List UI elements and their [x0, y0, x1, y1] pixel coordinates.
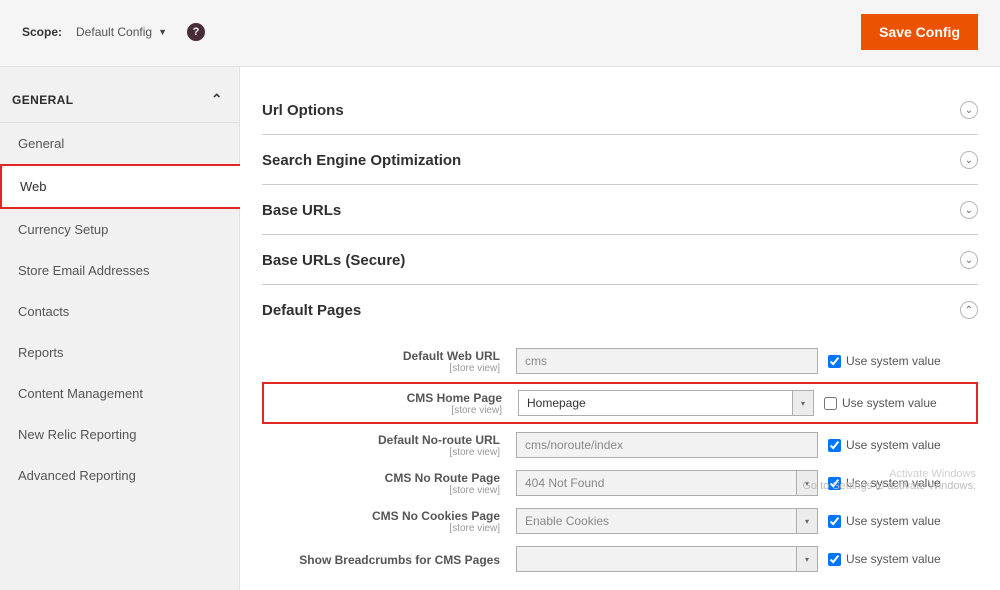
section-title: Base URLs (Secure)	[262, 252, 405, 269]
default-pages-form: Default Web URL [store view] Use system …	[262, 334, 978, 572]
use-system-default-web-url[interactable]: Use system value	[828, 354, 978, 368]
field-scope: [store view]	[264, 405, 502, 416]
sidebar-item-advanced-reporting[interactable]: Advanced Reporting	[0, 455, 239, 496]
use-system-label: Use system value	[846, 354, 941, 368]
select-arrow-icon: ▾	[796, 546, 818, 572]
use-system-checkbox[interactable]	[828, 553, 841, 566]
use-system-checkbox[interactable]	[824, 397, 837, 410]
field-label: Show Breadcrumbs for CMS Pages	[299, 553, 500, 567]
section-title: Default Pages	[262, 302, 361, 319]
save-config-button[interactable]: Save Config	[861, 14, 978, 50]
use-system-checkbox[interactable]	[828, 355, 841, 368]
sidebar-item-general[interactable]: General	[0, 123, 239, 164]
expand-down-icon: ⌄	[960, 101, 978, 119]
field-cms-no-route-page: CMS No Route Page [store view] 404 Not F…	[262, 470, 978, 496]
sidebar-item-web[interactable]: Web	[0, 164, 240, 209]
field-default-web-url: Default Web URL [store view] Use system …	[262, 348, 978, 374]
sidebar-group-general[interactable]: GENERAL ⌃	[0, 75, 239, 123]
field-label: Default No-route URL	[378, 433, 500, 447]
topbar: Scope: Default Config ▼ ? Save Config	[0, 0, 1000, 67]
section-default-pages[interactable]: Default Pages ⌃	[262, 285, 978, 334]
content-area: Url Options ⌄ Search Engine Optimization…	[240, 67, 1000, 590]
use-system-checkbox[interactable]	[828, 439, 841, 452]
select-value	[516, 546, 796, 572]
cms-no-route-select[interactable]: 404 Not Found ▾	[516, 470, 818, 496]
select-value: Homepage	[518, 390, 792, 416]
field-label: CMS No Route Page	[385, 471, 500, 485]
field-default-noroute-url: Default No-route URL [store view] Use sy…	[262, 432, 978, 458]
section-url-options[interactable]: Url Options ⌄	[262, 85, 978, 135]
use-system-breadcrumbs[interactable]: Use system value	[828, 552, 978, 566]
scope-selector[interactable]: Default Config ▼	[76, 25, 167, 39]
use-system-label: Use system value	[846, 552, 941, 566]
use-system-cms-home-page[interactable]: Use system value	[824, 396, 974, 410]
use-system-checkbox[interactable]	[828, 477, 841, 490]
use-system-label: Use system value	[846, 476, 941, 490]
chevron-up-icon: ⌃	[211, 91, 223, 108]
cms-no-cookies-select[interactable]: Enable Cookies ▾	[516, 508, 818, 534]
default-noroute-url-input[interactable]	[516, 432, 818, 458]
field-scope: [store view]	[262, 485, 500, 496]
sidebar: GENERAL ⌃ General Web Currency Setup Sto…	[0, 67, 240, 590]
field-scope: [store view]	[262, 363, 500, 374]
section-seo[interactable]: Search Engine Optimization ⌄	[262, 135, 978, 185]
use-system-label: Use system value	[846, 438, 941, 452]
help-icon[interactable]: ?	[187, 23, 205, 41]
section-title: Url Options	[262, 102, 344, 119]
scope-label: Scope:	[22, 25, 62, 39]
caret-down-icon: ▼	[158, 27, 167, 37]
sidebar-group-label: GENERAL	[12, 93, 73, 107]
field-label: CMS Home Page	[407, 391, 502, 405]
sidebar-item-store-email[interactable]: Store Email Addresses	[0, 250, 239, 291]
default-web-url-input[interactable]	[516, 348, 818, 374]
field-label: Default Web URL	[403, 349, 500, 363]
field-scope: [store view]	[262, 523, 500, 534]
show-breadcrumbs-select[interactable]: ▾	[516, 546, 818, 572]
sidebar-item-new-relic[interactable]: New Relic Reporting	[0, 414, 239, 455]
main-layout: GENERAL ⌃ General Web Currency Setup Sto…	[0, 67, 1000, 590]
expand-down-icon: ⌄	[960, 151, 978, 169]
field-cms-home-page: CMS Home Page [store view] Homepage ▾ Us…	[262, 382, 978, 424]
select-arrow-icon: ▾	[792, 390, 814, 416]
sidebar-item-contacts[interactable]: Contacts	[0, 291, 239, 332]
sidebar-item-currency-setup[interactable]: Currency Setup	[0, 209, 239, 250]
expand-down-icon: ⌄	[960, 201, 978, 219]
use-system-label: Use system value	[842, 396, 937, 410]
section-base-urls[interactable]: Base URLs ⌄	[262, 185, 978, 235]
use-system-default-noroute[interactable]: Use system value	[828, 438, 978, 452]
select-value: 404 Not Found	[516, 470, 796, 496]
section-base-urls-secure[interactable]: Base URLs (Secure) ⌄	[262, 235, 978, 285]
expand-down-icon: ⌄	[960, 251, 978, 269]
field-label: CMS No Cookies Page	[372, 509, 500, 523]
select-value: Enable Cookies	[516, 508, 796, 534]
use-system-cms-no-cookies[interactable]: Use system value	[828, 514, 978, 528]
field-show-breadcrumbs: Show Breadcrumbs for CMS Pages ▾ Use sys…	[262, 546, 978, 572]
cms-home-page-select[interactable]: Homepage ▾	[518, 390, 814, 416]
scope-switcher: Scope: Default Config ▼ ?	[22, 23, 205, 41]
sidebar-item-content-management[interactable]: Content Management	[0, 373, 239, 414]
select-arrow-icon: ▾	[796, 508, 818, 534]
field-cms-no-cookies-page: CMS No Cookies Page [store view] Enable …	[262, 508, 978, 534]
section-title: Base URLs	[262, 202, 341, 219]
use-system-checkbox[interactable]	[828, 515, 841, 528]
use-system-label: Use system value	[846, 514, 941, 528]
field-scope: [store view]	[262, 447, 500, 458]
section-title: Search Engine Optimization	[262, 152, 461, 169]
sidebar-item-reports[interactable]: Reports	[0, 332, 239, 373]
collapse-up-icon: ⌃	[960, 301, 978, 319]
use-system-cms-no-route[interactable]: Use system value	[828, 476, 978, 490]
select-arrow-icon: ▾	[796, 470, 818, 496]
scope-value: Default Config	[76, 25, 152, 39]
